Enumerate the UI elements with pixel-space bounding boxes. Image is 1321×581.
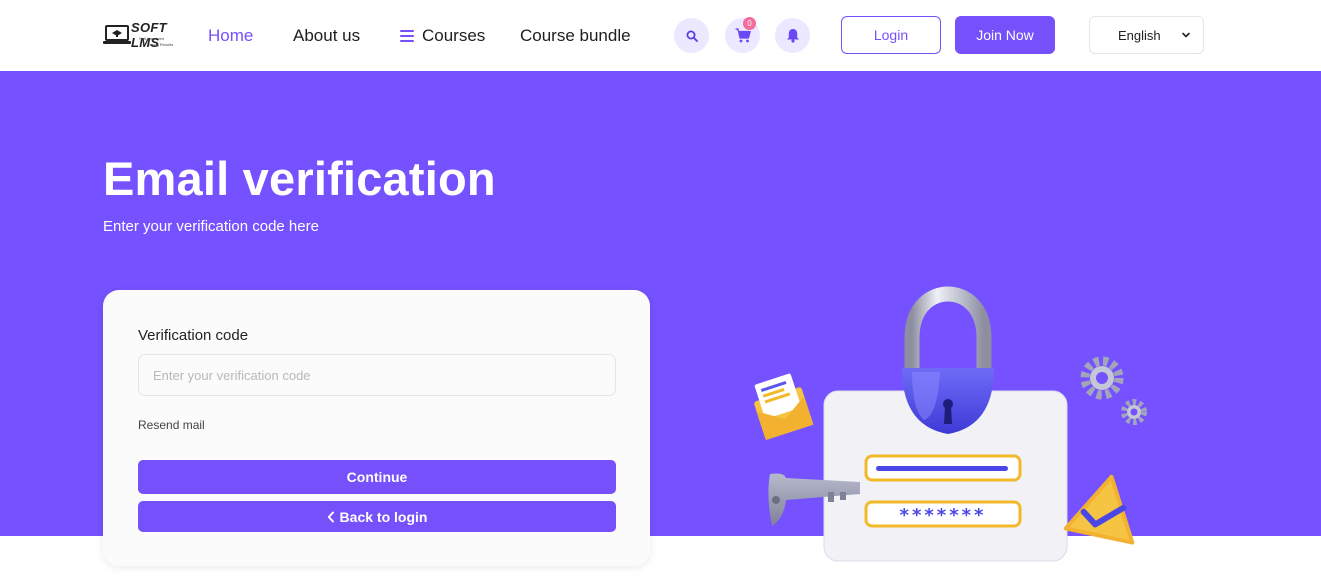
password-mask-text: ******* xyxy=(900,505,987,526)
page: SOFT LMS Self-Improved Strong Results Ho… xyxy=(0,0,1321,581)
verification-code-input[interactable] xyxy=(138,354,616,396)
security-lock-illustration: ******* xyxy=(754,286,1147,562)
bell-icon xyxy=(786,29,799,43)
nav-course-bundle[interactable]: Course bundle xyxy=(520,26,631,46)
page-title: Email verification xyxy=(103,152,496,205)
back-to-login-button[interactable]: Back to login xyxy=(138,501,616,532)
nav-courses[interactable]: Courses xyxy=(400,26,485,46)
logo-tagline: Self-Improved xyxy=(139,36,164,41)
cart-count-badge: 0 xyxy=(743,17,756,30)
search-icon xyxy=(686,30,698,42)
language-select[interactable]: English xyxy=(1089,16,1204,54)
header: SOFT LMS Self-Improved Strong Results Ho… xyxy=(0,0,1321,71)
chevron-left-icon xyxy=(327,511,334,522)
notifications-button[interactable] xyxy=(775,18,810,53)
language-selected: English xyxy=(1118,27,1161,43)
logo-tagline: Strong Results xyxy=(147,42,174,47)
verification-card: Verification code Resend mail Continue B… xyxy=(103,290,650,566)
back-to-login-label: Back to login xyxy=(339,508,428,525)
page-subtitle: Enter your verification code here xyxy=(103,218,319,235)
logo[interactable]: SOFT LMS Self-Improved Strong Results xyxy=(103,20,189,50)
chevron-down-icon xyxy=(1182,32,1190,38)
laptop-logo-icon xyxy=(103,25,131,44)
join-now-button[interactable]: Join Now xyxy=(955,16,1055,54)
search-button[interactable] xyxy=(674,18,709,53)
continue-button[interactable]: Continue xyxy=(138,460,616,494)
nav-home[interactable]: Home xyxy=(208,26,253,46)
login-button[interactable]: Login xyxy=(841,16,941,54)
resend-mail-link[interactable]: Resend mail xyxy=(138,418,205,432)
nav-courses-label: Courses xyxy=(422,26,486,45)
cart-icon xyxy=(735,28,751,43)
verification-code-label: Verification code xyxy=(138,327,249,344)
nav-about-us[interactable]: About us xyxy=(293,26,360,46)
menu-icon xyxy=(400,30,414,42)
